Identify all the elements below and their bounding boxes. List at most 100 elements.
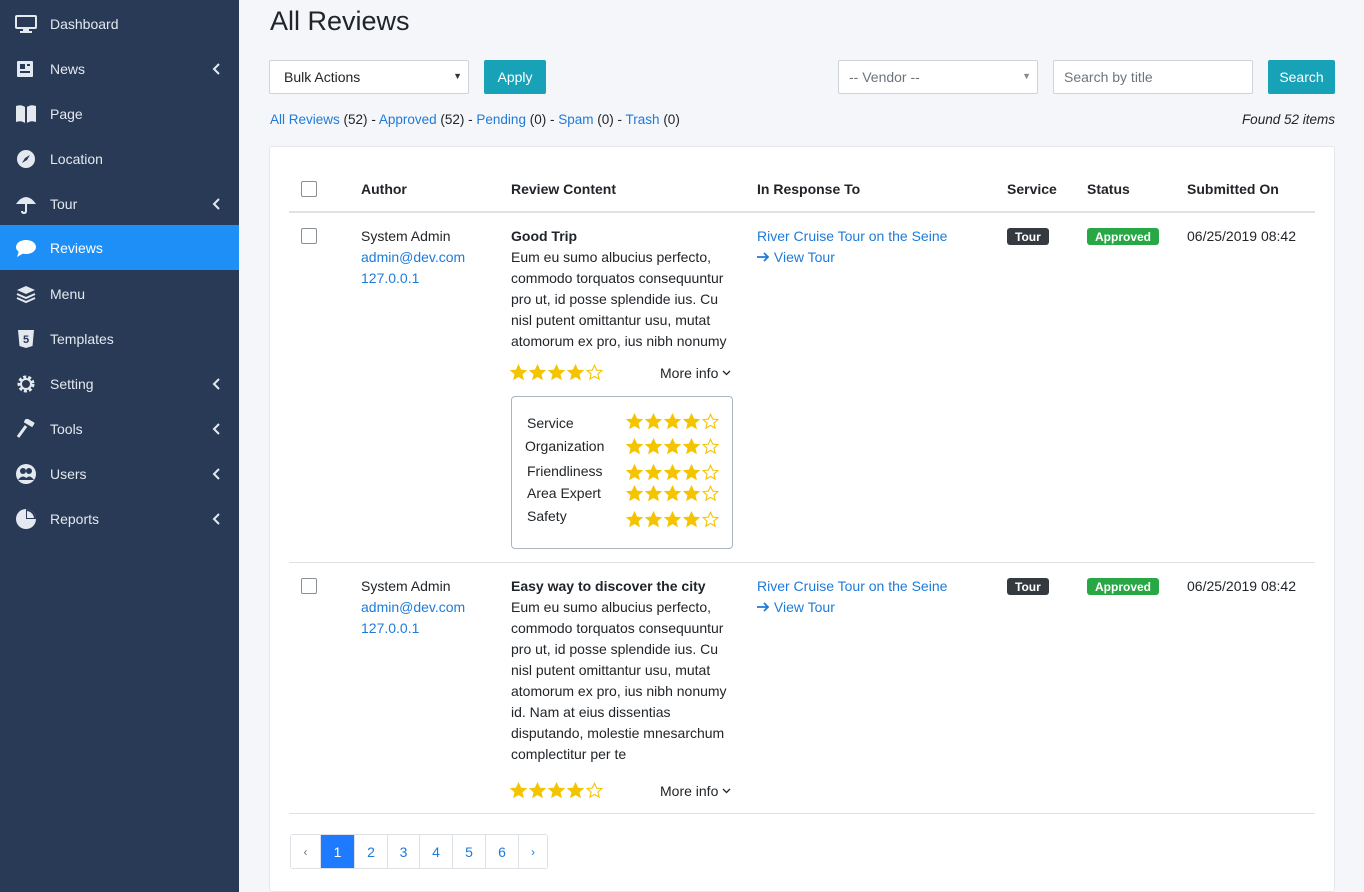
filter-pending[interactable]: Pending bbox=[476, 112, 526, 127]
apply-button[interactable]: Apply bbox=[484, 60, 546, 94]
rating-stars bbox=[626, 438, 719, 455]
chevron-left-icon bbox=[210, 512, 222, 525]
search-button[interactable]: Search bbox=[1268, 60, 1335, 94]
sidebar-item-dashboard[interactable]: Dashboard bbox=[0, 1, 239, 46]
star-empty-icon bbox=[702, 413, 719, 430]
sidebar-item-page[interactable]: Page bbox=[0, 91, 239, 136]
dropdown-caret-icon: ▼ bbox=[453, 71, 462, 81]
more-info-toggle[interactable]: More info bbox=[660, 365, 731, 381]
star-filled-icon bbox=[626, 413, 643, 430]
column-header-review-content[interactable]: Review Content bbox=[511, 181, 616, 197]
sidebar-item-label: Tools bbox=[50, 420, 83, 437]
submitted-on: 06/25/2019 08:42 bbox=[1187, 578, 1296, 594]
star-filled-icon bbox=[645, 511, 662, 528]
author-name: System Admin bbox=[361, 578, 451, 594]
review-rating-stars bbox=[510, 364, 603, 381]
html5-icon: 5 bbox=[15, 328, 37, 350]
author-email-link[interactable]: admin@dev.com bbox=[361, 247, 465, 268]
pagination-page[interactable]: 2 bbox=[354, 835, 387, 868]
more-info-label: More info bbox=[660, 365, 719, 381]
filter-all-reviews[interactable]: All Reviews bbox=[270, 112, 340, 127]
sidebar-item-label: News bbox=[50, 60, 86, 77]
rating-label: Safety bbox=[527, 508, 567, 524]
chevron-left-icon bbox=[210, 422, 222, 435]
header-divider bbox=[289, 211, 1315, 213]
column-header-service[interactable]: Service bbox=[1007, 181, 1057, 197]
sidebar-item-reports[interactable]: Reports bbox=[0, 496, 239, 541]
pagination-page[interactable]: 3 bbox=[387, 835, 419, 868]
sidebar-item-users[interactable]: Users bbox=[0, 451, 239, 496]
pagination-prev[interactable]: ‹ bbox=[291, 835, 320, 868]
pagination-page[interactable]: 1 bbox=[320, 835, 354, 868]
select-all-checkbox[interactable] bbox=[301, 181, 317, 197]
vendor-select[interactable]: -- Vendor -- ▼ bbox=[838, 60, 1038, 94]
star-filled-icon bbox=[645, 438, 662, 455]
response-tour-link[interactable]: River Cruise Tour on the Seine bbox=[757, 576, 947, 597]
pagination-page[interactable]: 5 bbox=[452, 835, 485, 868]
star-filled-icon bbox=[664, 511, 681, 528]
gear-icon bbox=[15, 373, 37, 395]
sidebar-item-location[interactable]: Location bbox=[0, 136, 239, 181]
view-tour-link[interactable]: View Tour bbox=[757, 247, 947, 268]
chevron-down-icon bbox=[722, 788, 731, 794]
column-header-author[interactable]: Author bbox=[361, 181, 407, 197]
bulk-actions-select[interactable]: Bulk Actions ▼ bbox=[269, 60, 469, 94]
filter-count: (0) bbox=[529, 112, 547, 127]
sidebar-item-label: Location bbox=[50, 150, 103, 167]
star-filled-icon bbox=[529, 782, 546, 799]
found-count: Found 52 items bbox=[1241, 112, 1335, 127]
author-name: System Admin bbox=[361, 228, 451, 244]
column-header-submitted-on[interactable]: Submitted On bbox=[1187, 181, 1279, 197]
star-filled-icon bbox=[645, 485, 662, 502]
pagination-page[interactable]: 4 bbox=[419, 835, 452, 868]
column-header-status[interactable]: Status bbox=[1087, 181, 1130, 197]
filter-trash[interactable]: Trash bbox=[626, 112, 660, 127]
filter-spam[interactable]: Spam bbox=[558, 112, 593, 127]
star-filled-icon bbox=[529, 364, 546, 381]
sidebar-item-tour[interactable]: Tour bbox=[0, 181, 239, 226]
sidebar-item-setting[interactable]: Setting bbox=[0, 361, 239, 406]
row-checkbox[interactable] bbox=[301, 578, 317, 594]
page-title: All Reviews bbox=[270, 6, 410, 36]
sidebar-item-label: Reports bbox=[50, 510, 100, 527]
more-info-label: More info bbox=[660, 783, 719, 799]
sidebar-item-news[interactable]: News bbox=[0, 46, 239, 91]
pagination-page[interactable]: 6 bbox=[485, 835, 518, 868]
chevron-left-icon bbox=[210, 62, 222, 75]
star-empty-icon bbox=[702, 485, 719, 502]
sidebar-item-reviews[interactable]: Reviews bbox=[0, 225, 239, 270]
service-badge: Tour bbox=[1007, 578, 1049, 595]
review-body: Eum eu sumo albucius perfecto, commodo t… bbox=[511, 599, 727, 762]
more-info-toggle[interactable]: More info bbox=[660, 783, 731, 799]
rating-label: Organization bbox=[525, 438, 605, 454]
filter-approved[interactable]: Approved bbox=[379, 112, 437, 127]
star-empty-icon bbox=[702, 511, 719, 528]
star-filled-icon bbox=[626, 485, 643, 502]
author-ip-link[interactable]: 127.0.0.1 bbox=[361, 268, 465, 289]
star-filled-icon bbox=[567, 782, 584, 799]
star-filled-icon bbox=[548, 782, 565, 799]
view-tour-link[interactable]: View Tour bbox=[757, 597, 947, 618]
pie-chart-icon bbox=[15, 508, 37, 530]
pagination-next[interactable]: › bbox=[518, 835, 547, 868]
status-filter-links: All Reviews (52) - Approved (52) - Pendi… bbox=[270, 112, 680, 127]
column-header-in-response-to[interactable]: In Response To bbox=[757, 181, 860, 197]
sidebar-item-templates[interactable]: 5 Templates bbox=[0, 316, 239, 361]
review-content-cell: Good Trip Eum eu sumo albucius perfecto,… bbox=[511, 226, 736, 352]
star-filled-icon bbox=[548, 364, 565, 381]
response-tour-link[interactable]: River Cruise Tour on the Seine bbox=[757, 226, 947, 247]
compass-icon bbox=[15, 148, 37, 170]
sidebar-item-label: Menu bbox=[50, 285, 86, 302]
author-email-link[interactable]: admin@dev.com bbox=[361, 597, 465, 618]
sidebar-item-tools[interactable]: Tools bbox=[0, 406, 239, 451]
search-input[interactable]: Search by title bbox=[1053, 60, 1253, 94]
author-ip-link[interactable]: 127.0.0.1 bbox=[361, 618, 465, 639]
row-checkbox[interactable] bbox=[301, 228, 317, 244]
comment-icon bbox=[15, 237, 37, 259]
star-filled-icon bbox=[664, 438, 681, 455]
star-empty-icon bbox=[702, 464, 719, 481]
dropdown-caret-icon: ▼ bbox=[1022, 71, 1031, 81]
filter-count: (52) bbox=[343, 112, 368, 127]
chevron-left-icon bbox=[210, 197, 222, 210]
sidebar-item-menu[interactable]: Menu bbox=[0, 271, 239, 316]
